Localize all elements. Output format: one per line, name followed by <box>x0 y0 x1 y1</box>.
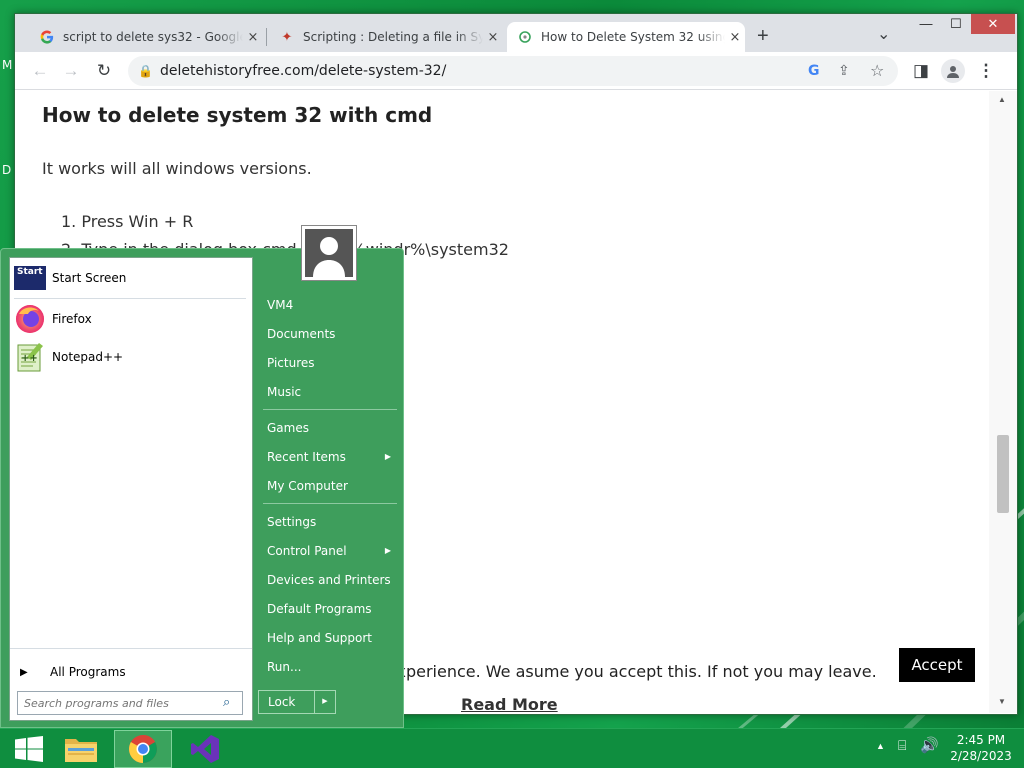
start-link-devices-printers[interactable]: Devices and Printers <box>259 567 397 593</box>
clock-date: 2/28/2023 <box>950 749 1012 763</box>
back-arrow-icon[interactable]: ← <box>29 61 51 81</box>
pinned-label: Start Screen <box>52 271 127 285</box>
reload-icon[interactable]: ↻ <box>93 61 115 81</box>
chrome-taskbar-button[interactable] <box>114 730 172 768</box>
scroll-down-icon[interactable]: ▼ <box>998 697 1006 706</box>
clock[interactable]: 2:45 PM 2/28/2023 <box>948 732 1014 764</box>
article-heading: How to delete system 32 with cmd <box>42 103 433 127</box>
submenu-arrow-icon: ▶ <box>384 452 391 461</box>
visual-studio-button[interactable] <box>176 730 234 768</box>
svg-text:++: ++ <box>21 353 38 364</box>
start-link-music[interactable]: Music <box>259 379 397 405</box>
volume-icon[interactable]: 🔊 <box>920 736 939 754</box>
folder-icon <box>65 739 97 762</box>
desktop-icon-label-partial[interactable]: D <box>2 163 11 177</box>
visual-studio-icon <box>191 735 219 763</box>
start-screen-icon: Start <box>14 262 46 294</box>
start-link-recent-items[interactable]: Recent Items ▶ <box>259 444 397 470</box>
read-more-link[interactable]: Read More <box>461 695 558 713</box>
minimize-button[interactable]: — <box>911 14 941 34</box>
profile-icon[interactable] <box>941 59 965 83</box>
all-programs-label: All Programs <box>50 665 126 679</box>
shutdown-options-arrow-icon[interactable]: ▶ <box>315 691 335 713</box>
lock-split-button: Lock ▶ <box>258 690 336 714</box>
google-lens-icon[interactable]: G <box>808 56 820 86</box>
start-link-documents[interactable]: Documents <box>259 321 397 347</box>
windows-logo-icon <box>15 736 43 762</box>
close-window-button[interactable]: ✕ <box>971 14 1015 34</box>
step-1: 1. Press Win + R <box>61 212 194 231</box>
start-link-run[interactable]: Run... <box>259 654 397 680</box>
lock-button[interactable]: Lock <box>259 691 315 713</box>
start-link-settings[interactable]: Settings <box>259 509 397 535</box>
side-panel-icon[interactable]: ◨ <box>910 61 932 81</box>
tab-title: script to delete sys32 - Google Se <box>63 30 243 44</box>
user-avatar[interactable] <box>301 225 357 281</box>
clock-time: 2:45 PM <box>956 733 1006 747</box>
step-text: Press Win + R <box>81 212 194 231</box>
firefox-icon <box>14 303 46 335</box>
bookmark-star-icon[interactable]: ☆ <box>870 56 884 86</box>
pinned-label: Notepad++ <box>52 350 124 364</box>
avatar-icon <box>305 229 353 277</box>
url-text[interactable]: deletehistoryfree.com/delete-system-32/ <box>160 56 446 86</box>
start-menu: Start Start Screen Firefox ++ Notepad++ … <box>0 225 404 728</box>
site-favicon-icon <box>517 29 533 45</box>
forward-arrow-icon[interactable]: → <box>60 61 82 81</box>
close-tab-icon[interactable]: × <box>725 30 745 45</box>
pinned-label: Firefox <box>52 312 92 326</box>
search-input[interactable] <box>18 692 218 714</box>
google-icon <box>39 29 55 45</box>
start-screen-item[interactable]: Start Start Screen <box>14 260 246 296</box>
firefox-item[interactable]: Firefox <box>14 301 246 337</box>
lock-icon[interactable]: 🔒 <box>138 56 153 86</box>
start-link-control-panel[interactable]: Control Panel ▶ <box>259 538 397 564</box>
network-icon[interactable]: ⌸ <box>898 737 906 754</box>
share-icon[interactable]: ⇪ <box>838 56 850 86</box>
tab-scripting[interactable]: ✦ Scripting : Deleting a file in Syste × <box>269 22 503 52</box>
maximize-button[interactable]: ☐ <box>941 14 971 34</box>
address-bar[interactable]: 🔒 deletehistoryfree.com/delete-system-32… <box>128 56 898 86</box>
scroll-up-icon[interactable]: ▲ <box>998 95 1006 104</box>
tab-google-search[interactable]: script to delete sys32 - Google Se × <box>29 22 263 52</box>
desktop-icon-label-partial[interactable]: M <box>2 58 12 72</box>
close-tab-icon[interactable]: × <box>483 30 503 45</box>
arrow-right-icon: ▶ <box>20 666 28 678</box>
start-link-help-support[interactable]: Help and Support <box>259 625 397 651</box>
search-icon[interactable]: ⌕ <box>223 694 230 710</box>
browser-toolbar: ← → ↻ 🔒 deletehistoryfree.com/delete-sys… <box>15 52 1017 90</box>
start-button[interactable] <box>0 730 58 768</box>
chrome-icon <box>129 735 157 763</box>
show-hidden-icons-arrow[interactable]: ▲ <box>876 741 885 751</box>
tab-delete-system32[interactable]: How to Delete System 32 using cm × <box>507 22 745 52</box>
scrollbar-thumb[interactable] <box>997 435 1009 513</box>
search-programs-field[interactable]: ⌕ <box>17 691 243 715</box>
start-link-my-computer[interactable]: My Computer <box>259 473 397 499</box>
start-link-default-programs[interactable]: Default Programs <box>259 596 397 622</box>
file-explorer-button[interactable] <box>52 730 110 768</box>
article-intro: It works will all windows versions. <box>42 159 312 178</box>
close-tab-icon[interactable]: × <box>243 30 263 45</box>
accept-button[interactable]: Accept <box>899 648 975 682</box>
start-menu-programs-pane: Start Start Screen Firefox ++ Notepad++ … <box>9 257 253 721</box>
star-logo-icon: ✦ <box>281 29 293 45</box>
tab-title: How to Delete System 32 using cm <box>541 30 725 44</box>
new-tab-button[interactable]: + <box>757 26 769 46</box>
tab-strip: script to delete sys32 - Google Se × ✦ S… <box>15 14 1017 52</box>
tab-search-icon[interactable]: ⌄ <box>877 24 890 44</box>
submenu-arrow-icon: ▶ <box>384 546 391 555</box>
notepadpp-item[interactable]: ++ Notepad++ <box>14 339 246 375</box>
all-programs-button[interactable]: ▶ All Programs <box>14 654 246 690</box>
kebab-menu-icon[interactable]: ⋮ <box>975 61 997 81</box>
scrollbar[interactable]: ▲ ▼ <box>989 91 1017 713</box>
start-link-vm4[interactable]: VM4 <box>259 292 397 318</box>
start-link-pictures[interactable]: Pictures <box>259 350 397 376</box>
notepadpp-icon: ++ <box>14 341 46 373</box>
taskbar: ▲ ⌸ 🔊 2:45 PM 2/28/2023 <box>0 728 1024 768</box>
start-link-games[interactable]: Games <box>259 415 397 441</box>
tab-title: Scripting : Deleting a file in Syste <box>303 30 483 44</box>
